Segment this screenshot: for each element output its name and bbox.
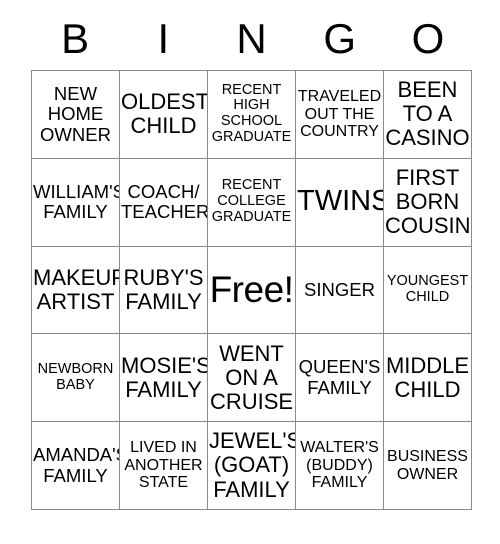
bingo-cell-label: TRAVELED OUT THE COUNTRY [297,88,382,141]
bingo-header: BINGO [31,8,472,70]
bingo-cell[interactable]: LIVED IN ANOTHER STATE [120,422,208,510]
bingo-cell-label: FIRST BORN COUSIN [385,164,471,239]
bingo-cell-label: LIVED IN ANOTHER STATE [124,439,203,492]
bingo-cell-label: Free! [209,268,294,310]
bingo-cell[interactable]: QUEEN'S FAMILY [296,334,384,423]
bingo-cell[interactable]: SINGER [296,246,384,335]
bingo-cell[interactable]: MOSIE'S FAMILY [120,334,208,423]
bingo-cell[interactable]: TRAVELED OUT THE COUNTRY [296,71,384,159]
bingo-cell[interactable]: WENT ON A CRUISE [208,334,296,423]
bingo-header-letter-1: I [157,15,170,62]
bingo-cell[interactable]: FIRST BORN COUSIN [384,158,472,247]
bingo-cell-label: NEWBORN BABY [37,360,114,393]
bingo-grid: NEW HOME OWNER OLDEST CHILD RECENT HIGH SC… [31,70,472,510]
bingo-row: NEW HOME OWNER OLDEST CHILD RECENT HIGH SC… [32,71,472,159]
bingo-row: MAKEUP ARTIST RUBY'S FAMILY Free! SINGER YOU… [32,246,472,335]
bingo-header-letter-4: O [411,15,445,62]
bingo-cell-label: BEEN TO A CASINO [385,77,470,151]
bingo-cell-label: WENT ON A CRUISE [209,340,294,414]
bingo-cell-label: RUBY'S FAMILY [123,264,204,314]
bingo-cell-label: RECENT COLLEGE GRADUATE [211,177,292,226]
bingo-cell[interactable]: BUSINESS OWNER [384,422,472,510]
bingo-cell-label: BUSINESS OWNER [387,447,468,483]
bingo-cell-label: RECENT HIGH SCHOOL GRADUATE [211,81,292,146]
bingo-cell[interactable]: RECENT HIGH SCHOOL GRADUATE [208,71,296,159]
bingo-cell[interactable]: JEWEL'S (GOAT) FAMILY [208,422,296,510]
bingo-row: WILLIAM'S FAMILY COACH/ TEACHER RECENT COL… [32,158,472,247]
bingo-cell-label: OLDEST CHILD [121,89,208,139]
bingo-cell[interactable]: MIDDLE CHILD [384,334,472,423]
bingo-cell[interactable]: RUBY'S FAMILY [120,246,208,335]
bingo-cell[interactable]: TWINS [296,158,384,247]
bingo-row: AMANDA'S FAMILY LIVED IN ANOTHER STATE JEW… [32,422,472,510]
bingo-cell[interactable]: YOUNGEST CHILD [384,246,472,335]
bingo-cell[interactable]: WILLIAM'S FAMILY [32,158,120,247]
bingo-cell[interactable]: OLDEST CHILD [120,71,208,159]
bingo-cell[interactable]: COACH/ TEACHER [120,158,208,247]
bingo-cell-label: AMANDA'S FAMILY [33,444,120,486]
bingo-row: NEWBORN BABY MOSIE'S FAMILY WENT ON A CRUI… [32,334,472,423]
bingo-cell[interactable]: MAKEUP ARTIST [32,246,120,335]
bingo-cell[interactable]: RECENT COLLEGE GRADUATE [208,158,296,247]
bingo-header-letter-0: B [61,15,90,62]
bingo-cell-label: YOUNGEST CHILD [386,273,469,305]
bingo-cell[interactable]: NEWBORN BABY [32,334,120,423]
bingo-header-letter-2: N [236,15,267,62]
bingo-cell-label: MIDDLE CHILD [385,352,470,402]
bingo-cell-label: TWINS [297,185,384,218]
bingo-cell[interactable]: NEW HOME OWNER [32,71,120,159]
bingo-header-letter-3: G [323,15,357,62]
bingo-cell-label: SINGER [304,278,375,300]
bingo-cell-label: MAKEUP ARTIST [33,264,120,314]
bingo-cell-label: MOSIE'S FAMILY [121,352,208,402]
bingo-free-space[interactable]: Free! [208,246,296,335]
bingo-cell[interactable]: AMANDA'S FAMILY [32,422,120,510]
bingo-cell-label: WALTER'S (BUDDY) FAMILY [300,439,379,492]
bingo-cell[interactable]: WALTER'S (BUDDY) FAMILY [296,422,384,510]
bingo-cell-label: JEWEL'S (GOAT) FAMILY [209,428,296,502]
bingo-cell-label: COACH/ TEACHER [121,180,208,223]
bingo-cell-label: WILLIAM'S FAMILY [33,180,120,223]
bingo-cell-label: NEW HOME OWNER [40,82,111,145]
bingo-card: B I N G O NEW HOME OWNER OLDEST CHILD RECENT H… [31,8,472,510]
bingo-cell-label: QUEEN'S FAMILY [298,356,381,398]
bingo-cell[interactable]: BEEN TO A CASINO [384,71,472,159]
